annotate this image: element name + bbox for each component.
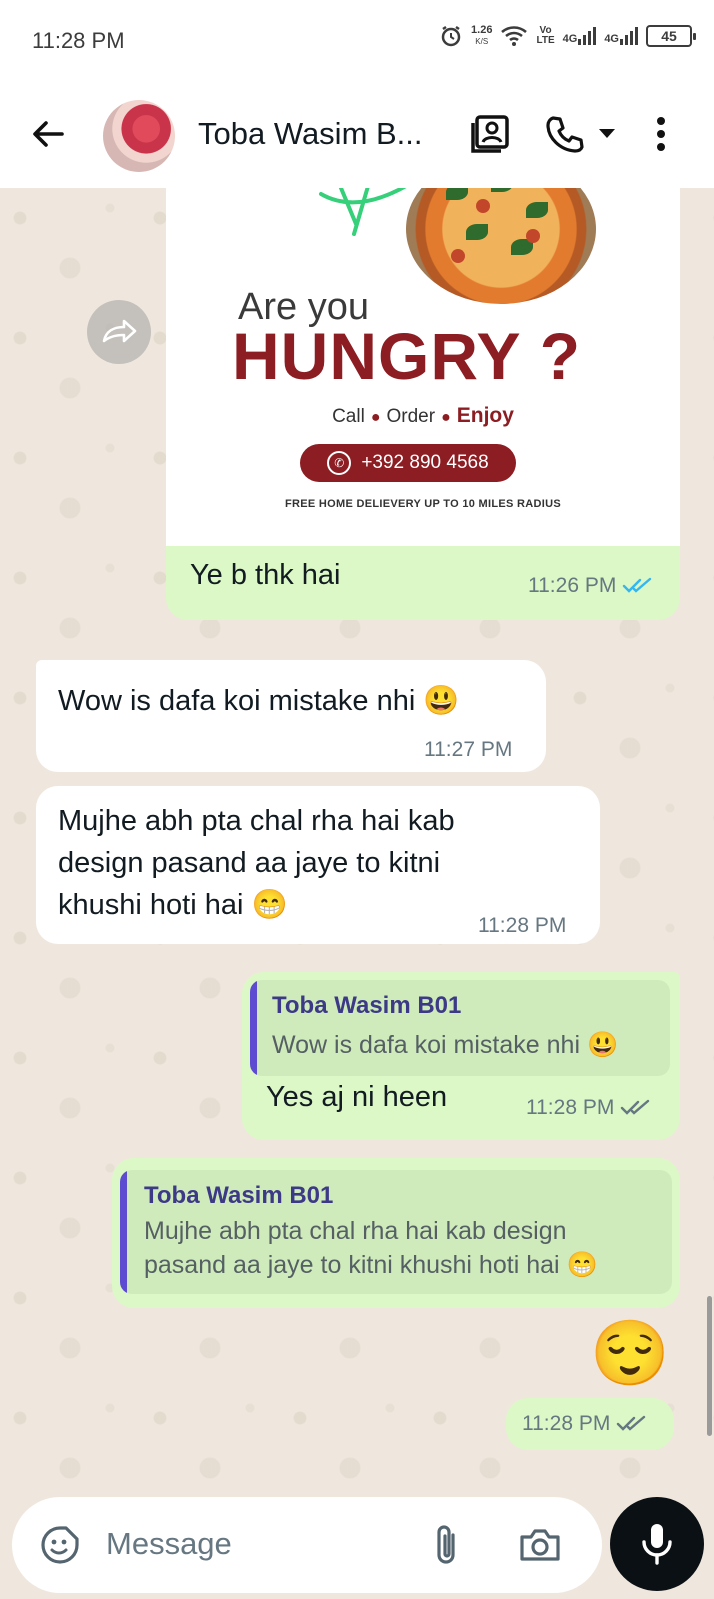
quote-sender: Toba Wasim B01: [272, 992, 462, 1019]
network-type-2: 4G: [604, 33, 619, 45]
message-time: 11:26 PM: [528, 574, 617, 597]
pizza-image: [406, 188, 596, 304]
battery-icon: 45: [646, 25, 696, 47]
sticker-icon[interactable]: [36, 1521, 84, 1569]
back-arrow-icon[interactable]: [28, 114, 68, 154]
poster-tagline: Call ● Order ● Enjoy: [332, 404, 514, 427]
volte-bottom: LTE: [536, 35, 555, 46]
battery-level: 45: [661, 28, 677, 44]
attach-icon[interactable]: [422, 1521, 470, 1569]
quoted-message[interactable]: Toba Wasim B01 Wow is dafa koi mistake n…: [250, 980, 670, 1076]
chat-header: Toba Wasim B...: [0, 80, 714, 188]
forward-button[interactable]: [87, 300, 151, 364]
message-input-bar[interactable]: Message: [12, 1497, 602, 1593]
message-outgoing-meta[interactable]: 11:28 PM: [506, 1398, 674, 1450]
more-vert-icon[interactable]: [646, 110, 676, 158]
poster-enjoy: Enjoy: [456, 404, 514, 427]
poster-line2: HUNGRY ?: [232, 319, 582, 393]
camera-icon[interactable]: [514, 1521, 566, 1569]
dropdown-caret-icon[interactable]: [592, 110, 622, 158]
scrollbar-thumb[interactable]: [707, 1296, 712, 1436]
chat-area[interactable]: Are you HUNGRY ? Call ● Order ● Enjoy ✆ +392…: [0, 188, 714, 1505]
forward-icon: [102, 319, 137, 343]
mic-button[interactable]: [610, 1497, 704, 1591]
status-bar: 11:28 PM 1.26 K/S Vo LTE 4G 4G 45: [0, 0, 714, 80]
message-time: 11:28 PM: [478, 914, 567, 937]
double-check-icon: [617, 1415, 646, 1431]
message-text: Yes aj ni heen: [266, 1081, 448, 1113]
message-meta: 11:28 PM: [522, 1412, 648, 1436]
mic-icon: [642, 1524, 672, 1565]
poster-phone-pill: ✆ +392 890 4568: [300, 444, 516, 482]
contact-name[interactable]: Toba Wasim B...: [198, 116, 423, 152]
status-icons: 1.26 K/S Vo LTE 4G 4G 45: [439, 24, 696, 48]
message-outgoing-reply[interactable]: Toba Wasim B01 Wow is dafa koi mistake n…: [242, 972, 680, 1140]
signal-2: 4G: [604, 27, 638, 45]
data-speed: 1.26 K/S: [471, 25, 492, 47]
quoted-message[interactable]: Toba Wasim B01 Mujhe abh pta chal rha ha…: [120, 1170, 672, 1294]
message-incoming[interactable]: Wow is dafa koi mistake nhi 😃 11:27 PM: [36, 660, 546, 772]
phone-icon: ✆: [327, 451, 352, 475]
alarm-icon: [441, 25, 461, 47]
signal-bars-icon: [578, 27, 597, 45]
message-outgoing-image[interactable]: Are you HUNGRY ? Call ● Order ● Enjoy ✆ +392…: [166, 188, 680, 620]
emoji-message[interactable]: 😌: [590, 1318, 670, 1388]
double-check-icon: [621, 1099, 650, 1115]
signal-1: 4G: [563, 27, 597, 45]
double-check-read-icon: [623, 577, 652, 593]
wifi-icon: [501, 26, 528, 46]
poster-footer: FREE HOME DELIEVERY UP TO 10 MILES RADIU…: [285, 498, 561, 510]
poster-call: Call: [332, 406, 365, 427]
network-type-1: 4G: [562, 33, 578, 45]
quote-sender: Toba Wasim B01: [144, 1182, 334, 1209]
message-meta: 11:26 PM: [528, 574, 654, 598]
poster-image[interactable]: Are you HUNGRY ? Call ● Order ● Enjoy ✆ +392…: [166, 188, 680, 546]
message-time: 11:28 PM: [522, 1412, 611, 1435]
quote-text: Mujhe abh pta chal rha hai kab design pa…: [144, 1217, 598, 1279]
contact-card-icon[interactable]: [466, 110, 514, 158]
poster-phone: +392 890 4568: [361, 452, 489, 473]
doodle-decoration: [319, 188, 407, 236]
speed-unit: K/S: [475, 37, 489, 46]
volte-indicator: Vo LTE: [536, 26, 554, 46]
message-meta: 11:28 PM: [526, 1096, 652, 1120]
quote-text: Wow is dafa koi mistake nhi 😃: [272, 1031, 619, 1059]
speed-value: 1.26: [471, 24, 493, 36]
avatar[interactable]: [103, 100, 175, 172]
phone-icon[interactable]: [540, 110, 588, 158]
message-time: 11:28 PM: [526, 1096, 615, 1119]
message-text: Wow is dafa koi mistake nhi 😃: [58, 685, 460, 717]
message-incoming[interactable]: Mujhe abh pta chal rha hai kab design pa…: [36, 786, 600, 944]
status-time: 11:28 PM: [32, 28, 125, 53]
message-text: Ye b thk hai: [190, 559, 341, 591]
message-text: Mujhe abh pta chal rha hai kab design pa…: [58, 805, 455, 921]
message-outgoing-reply[interactable]: Toba Wasim B01 Mujhe abh pta chal rha ha…: [112, 1158, 680, 1308]
message-input[interactable]: Message: [106, 1526, 232, 1562]
signal-bars-icon: [620, 27, 638, 45]
message-time: 11:27 PM: [424, 738, 513, 761]
poster-order: Order: [386, 406, 436, 427]
